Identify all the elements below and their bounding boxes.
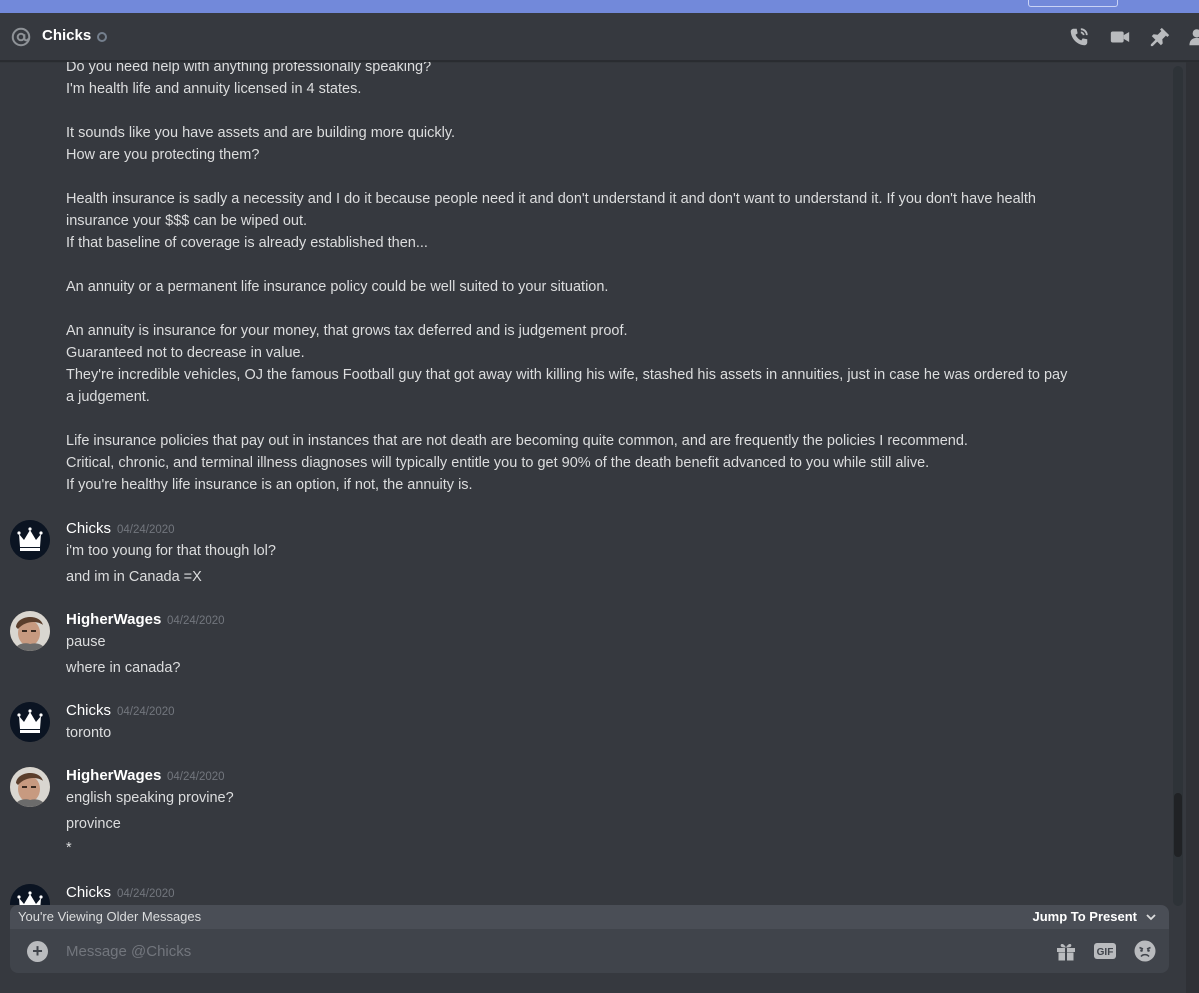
crown-icon xyxy=(10,884,50,905)
message-list[interactable]: Do you need help with anything professio… xyxy=(0,62,1170,905)
message-line: pause xyxy=(66,634,106,650)
message-line: a judgement. xyxy=(66,389,150,405)
gift-icon[interactable] xyxy=(1054,939,1078,963)
emoji-icon[interactable] xyxy=(1133,939,1157,963)
notice-button[interactable] xyxy=(1028,0,1118,7)
gif-icon[interactable]: GIF xyxy=(1093,939,1117,963)
older-messages-bar: You're Viewing Older Messages Jump To Pr… xyxy=(10,905,1169,929)
message-line: How are you protecting them? xyxy=(66,147,260,163)
message-line: If you're healthy life insurance is an o… xyxy=(66,477,473,493)
user-photo-icon xyxy=(10,767,50,807)
message-line: english speaking provine? xyxy=(66,790,234,806)
avatar[interactable] xyxy=(10,767,50,807)
username[interactable]: Chicks xyxy=(66,701,111,721)
message-line: Life insurance policies that pay out in … xyxy=(66,433,968,449)
message-line: They're incredible vehicles, OJ the famo… xyxy=(66,367,1068,383)
crown-icon xyxy=(10,702,50,742)
username[interactable]: Chicks xyxy=(66,883,111,903)
user-photo-icon xyxy=(10,611,50,651)
avatar[interactable] xyxy=(10,611,50,651)
at-icon xyxy=(11,27,31,47)
pin-icon[interactable] xyxy=(1149,26,1171,48)
message-line: I'm health life and annuity licensed in … xyxy=(66,81,362,97)
message-line: * xyxy=(66,840,72,856)
channel-header: Chicks xyxy=(0,13,1199,61)
username[interactable]: Chicks xyxy=(66,519,111,539)
message-line: Guaranteed not to decrease in value. xyxy=(66,345,305,361)
gif-label: GIF xyxy=(1097,947,1114,958)
message-line: Do you need help with anything professio… xyxy=(66,62,432,75)
message-line: toronto xyxy=(66,725,112,741)
status-indicator xyxy=(97,32,107,42)
chevron-down-icon[interactable] xyxy=(1145,911,1157,923)
message-line: insurance your $$$ can be wiped out. xyxy=(66,213,308,229)
message-composer: + GIF xyxy=(10,929,1169,973)
member-icon[interactable] xyxy=(1187,26,1199,48)
message-line: An annuity or a permanent life insurance… xyxy=(66,279,609,295)
avatar[interactable] xyxy=(10,884,50,905)
side-panel-edge xyxy=(1186,62,1199,993)
message-line: i'm too young for that though lol? xyxy=(66,543,276,559)
username[interactable]: HigherWages xyxy=(66,610,161,630)
scrollbar-thumb[interactable] xyxy=(1174,793,1182,857)
timestamp: 04/24/2020 xyxy=(167,615,225,627)
message-input[interactable] xyxy=(66,939,1026,963)
phone-call-icon[interactable] xyxy=(1068,26,1090,48)
scrollbar-track[interactable] xyxy=(1173,66,1183,906)
message-line: It sounds like you have assets and are b… xyxy=(66,125,456,141)
page-title: Chicks xyxy=(42,27,92,44)
message-line: Critical, chronic, and terminal illness … xyxy=(66,455,930,471)
top-notice-bar xyxy=(0,0,1199,13)
message-line: and im in Canada =X xyxy=(66,569,202,585)
crown-icon xyxy=(10,520,50,560)
message-line: Health insurance is sadly a necessity an… xyxy=(66,191,1036,207)
timestamp: 04/24/2020 xyxy=(117,706,175,718)
message-line: province xyxy=(66,816,121,832)
jump-to-present-button[interactable]: Jump To Present xyxy=(1032,909,1137,924)
message-line: where in canada? xyxy=(66,660,181,676)
timestamp: 04/24/2020 xyxy=(117,524,175,536)
avatar[interactable] xyxy=(10,702,50,742)
message-line: An annuity is insurance for your money, … xyxy=(66,323,628,339)
add-attachment-icon[interactable]: + xyxy=(27,941,48,962)
username[interactable]: HigherWages xyxy=(66,766,161,786)
timestamp: 04/24/2020 xyxy=(117,888,175,900)
avatar[interactable] xyxy=(10,520,50,560)
message-line: If that baseline of coverage is already … xyxy=(66,235,428,251)
video-icon[interactable] xyxy=(1109,26,1131,48)
older-messages-text: You're Viewing Older Messages xyxy=(18,909,202,924)
timestamp: 04/24/2020 xyxy=(167,771,225,783)
